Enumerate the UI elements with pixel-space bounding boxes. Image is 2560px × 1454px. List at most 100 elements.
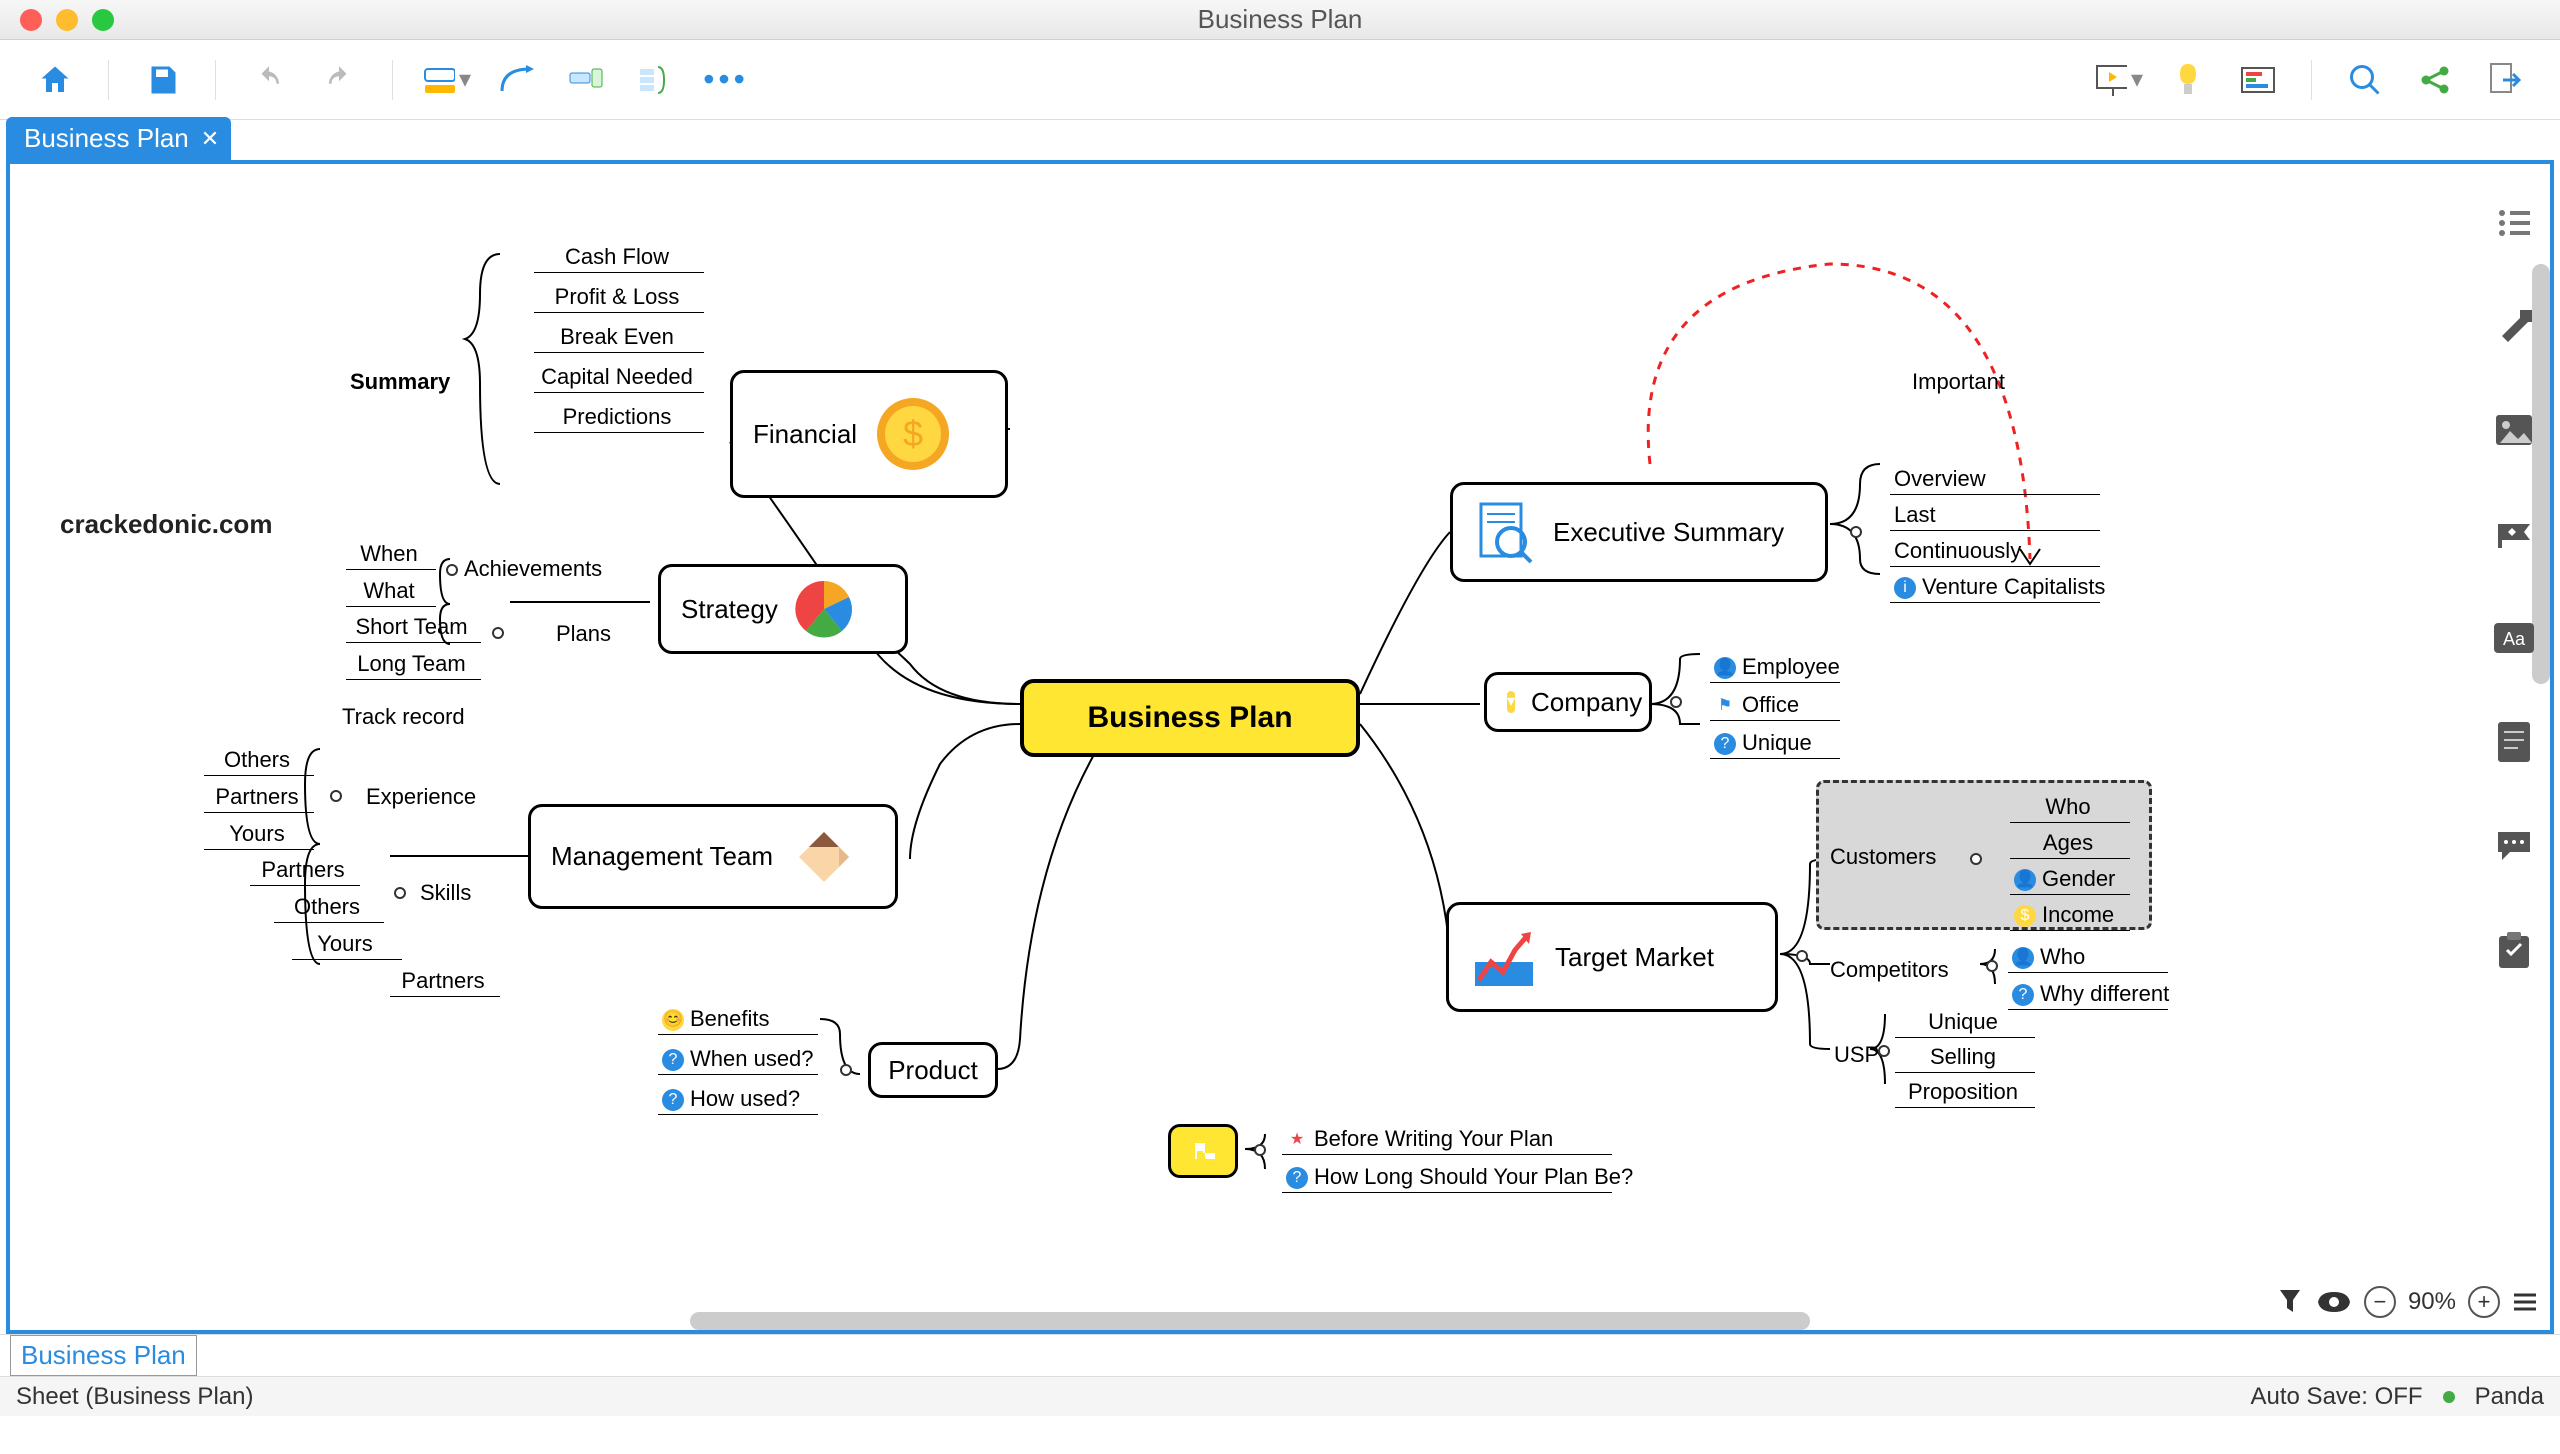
right-sidebar: Aa [2474,160,2554,972]
svg-text:Aa: Aa [2503,629,2526,649]
notes-icon[interactable] [2492,720,2536,764]
node-floating[interactable] [1168,1124,1238,1178]
close-window[interactable] [20,9,42,31]
autosave-status: Auto Save: OFF [2251,1383,2423,1411]
export-icon[interactable] [2480,55,2530,105]
svg-text:$: $ [903,413,923,454]
node-management[interactable]: Management Team [528,804,898,909]
tab-label: Business Plan [24,123,189,154]
subnode[interactable]: ?Why different [2008,979,2168,1010]
task-icon[interactable] [2492,928,2536,972]
subnode[interactable]: 👤Employee [1710,652,1840,683]
eye-icon[interactable] [2316,1290,2352,1314]
topic-icon[interactable]: ▾ [421,55,471,105]
subnode[interactable]: Capital Needed [534,362,704,393]
relationship-icon[interactable] [491,55,541,105]
sheet-name: Sheet (Business Plan) [16,1383,253,1411]
subnode[interactable]: Yours [204,819,314,850]
subnode[interactable]: Partners [390,966,500,997]
subnode[interactable]: Selling [1895,1042,2035,1073]
sheet-tabs: Business Plan [0,1334,2560,1376]
document-tab[interactable]: Business Plan ✕ [6,117,231,160]
canvas[interactable]: crackedonic.com [6,160,2554,1334]
close-tab-icon[interactable]: ✕ [201,126,219,152]
sheet-tab[interactable]: Business Plan [10,1335,197,1376]
subnode[interactable]: Who [2010,792,2130,823]
subnode[interactable]: What [346,576,436,607]
node-label: Management Team [551,841,773,872]
subnode[interactable]: Profit & Loss [534,282,704,313]
summary-icon[interactable] [631,55,681,105]
subnode[interactable]: 👤Who [2008,942,2168,973]
subnode[interactable]: ?When used? [658,1044,818,1075]
redo-icon[interactable] [314,55,364,105]
menu-icon[interactable] [2512,1291,2538,1313]
zoom-in-button[interactable]: + [2468,1286,2500,1318]
home-icon[interactable] [30,55,80,105]
subnode[interactable]: ?How Long Should Your Plan Be? [1282,1162,1612,1193]
tabbar: Business Plan ✕ [0,120,2560,160]
label-track: Track record [342,704,465,730]
presentation-icon[interactable]: ▾ [2093,55,2143,105]
horizontal-scrollbar[interactable] [690,1312,1810,1330]
subnode[interactable]: Break Even [534,322,704,353]
subnode[interactable]: Unique [1895,1007,2035,1038]
boundary-icon[interactable] [561,55,611,105]
subnode[interactable]: 👤Gender [2010,864,2130,895]
label-summary: Summary [350,369,450,395]
node-product[interactable]: Product [868,1042,998,1098]
subnode[interactable]: Cash Flow [534,242,704,273]
format-icon[interactable] [2492,304,2536,348]
subnode[interactable]: When [346,539,436,570]
minimize-window[interactable] [56,9,78,31]
label-customers: Customers [1830,844,1936,870]
brainstorm-icon[interactable] [2163,55,2213,105]
undo-icon[interactable] [244,55,294,105]
node-target[interactable]: Target Market [1446,902,1778,1012]
subnode[interactable]: $Income [2010,900,2130,931]
node-financial[interactable]: Financial $ [730,370,1008,498]
subnode[interactable]: ★Before Writing Your Plan [1282,1124,1612,1155]
subnode[interactable]: Last [1890,500,2100,531]
subnode[interactable]: Overview [1890,464,2100,495]
gantt-icon[interactable] [2233,55,2283,105]
comments-icon[interactable] [2492,824,2536,868]
save-icon[interactable] [137,55,187,105]
subnode[interactable]: ⚑Office [1710,690,1840,721]
markers-icon[interactable] [2492,512,2536,556]
zoom-out-button[interactable]: − [2364,1286,2396,1318]
subnode[interactable]: Others [204,745,314,776]
label-skills: Skills [420,880,471,906]
node-strategy[interactable]: Strategy [658,564,908,654]
subnode[interactable]: Predictions [534,402,704,433]
node-center[interactable]: Business Plan [1020,679,1360,757]
subnode[interactable]: Yours [292,929,402,960]
font-icon[interactable]: Aa [2492,616,2536,660]
filter-icon[interactable] [2276,1286,2304,1318]
label-experience: Experience [366,784,476,810]
subnode[interactable]: Others [274,892,384,923]
subnode[interactable]: Partners [204,782,314,813]
subnode[interactable]: Partners [250,855,360,886]
subnode[interactable]: Ages [2010,828,2130,859]
search-icon[interactable] [2340,55,2390,105]
label-usp: USP [1834,1042,1879,1068]
subnode[interactable]: ?Unique [1710,728,1840,759]
subnode[interactable]: Proposition [1895,1077,2035,1108]
node-executive[interactable]: Executive Summary [1450,482,1828,582]
subnode[interactable]: ?How used? [658,1084,818,1115]
window-title: Business Plan [1198,4,1363,35]
subnode[interactable]: Short Team [346,612,481,643]
image-icon[interactable] [2492,408,2536,452]
subnode[interactable]: 😊Benefits [658,1004,818,1035]
share-icon[interactable] [2410,55,2460,105]
more-icon[interactable]: ••• [701,55,751,105]
watermark: crackedonic.com [60,509,272,540]
node-company[interactable]: ▾ Company [1484,672,1652,732]
outline-icon[interactable] [2492,200,2536,244]
node-label: Target Market [1555,942,1714,973]
subnode[interactable]: Long Team [346,649,481,680]
subnode[interactable]: Continuously [1890,536,2100,567]
subnode[interactable]: iVenture Capitalists [1890,572,2100,603]
maximize-window[interactable] [92,9,114,31]
